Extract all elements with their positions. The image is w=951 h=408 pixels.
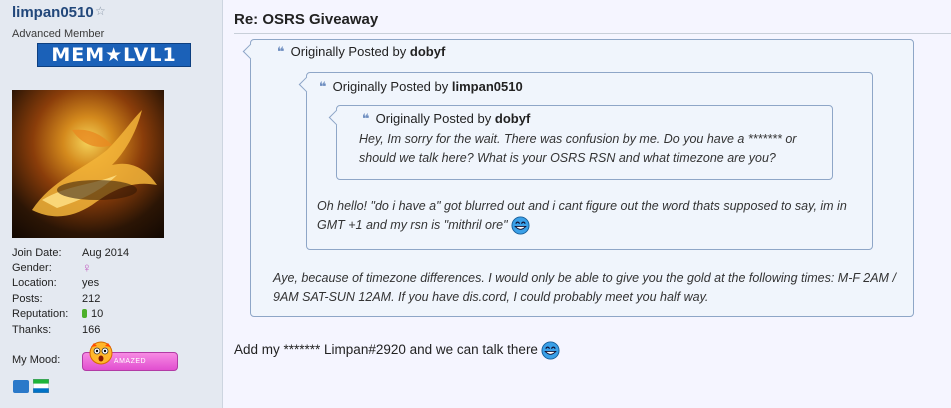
quote-middle-header: ❝ Originally Posted by limpan0510 [319,79,523,95]
star-icon: ☆ [95,4,106,18]
reputation-value: 10 [82,308,103,320]
quote-inner-author[interactable]: dobyf [495,111,530,126]
post-content: Re: OSRS Giveaway ❝ Originally Posted by … [223,0,951,408]
quote-outer: ❝ Originally Posted by dobyf ❝ Originally … [242,39,914,317]
quote-inner-text: Hey, Im sorry for the wait. There was co… [359,132,797,165]
quote-outer-header: ❝ Originally Posted by dobyf [277,44,446,60]
avatar[interactable] [12,90,164,238]
female-icon: ♀ [82,260,92,275]
quote-middle-arrow [298,76,315,93]
quote-inner: ❝ Originally Posted by dobyf Hey, Im sorr… [328,105,833,180]
thanks-value: 166 [82,324,101,336]
amazed-face-icon [89,341,113,365]
sierra-leone-flag-icon [33,379,49,393]
reputation-label: Reputation: [12,308,69,320]
quote-outer-text: Aye, because of timezone differences. I … [273,271,896,304]
quote-middle-text: Oh hello! "do i have a" got blurred out … [317,197,865,235]
post-title: Re: OSRS Giveaway [234,11,379,28]
location-value: yes [82,277,100,289]
thanks-label: Thanks: [12,324,52,336]
private-message-icon[interactable] [13,380,29,393]
big-grin-icon [510,216,530,235]
quote-outer-arrow [242,43,259,60]
user-rank: Advanced Member [12,28,105,40]
quote-middle: ❝ Originally Posted by limpan0510 ❝ Origin… [298,72,873,250]
mood-label: My Mood: [12,354,61,366]
join-date-value: Aug 2014 [82,247,130,259]
posts-label: Posts: [12,293,43,305]
quote-icon: ❝ [277,45,285,60]
location-label: Location: [12,277,57,289]
quote-outer-author[interactable]: dobyf [410,44,445,59]
quote-inner-header: ❝ Originally Posted by dobyf [362,111,531,127]
big-grin-icon [541,341,560,360]
quote-inner-arrow [328,109,345,126]
quote-icon: ❝ [319,80,327,95]
quote-middle-author[interactable]: limpan0510 [452,79,523,94]
title-divider [234,33,951,34]
join-date-label: Join Date: [12,247,62,259]
posts-value: 212 [82,293,101,305]
quote-icon: ❝ [362,112,370,127]
username-link[interactable]: limpan0510 [12,4,94,21]
user-sidebar: limpan0510 ☆ Advanced Member MEM★LVL1 Jo… [0,0,223,408]
member-level-badge: MEM★LVL1 [37,43,191,67]
post-body: Add my ******* Limpan#2920 and we can ta… [234,341,560,360]
reputation-icon [82,309,87,318]
phoenix-image [32,110,157,217]
gender-label: Gender: [12,262,52,274]
